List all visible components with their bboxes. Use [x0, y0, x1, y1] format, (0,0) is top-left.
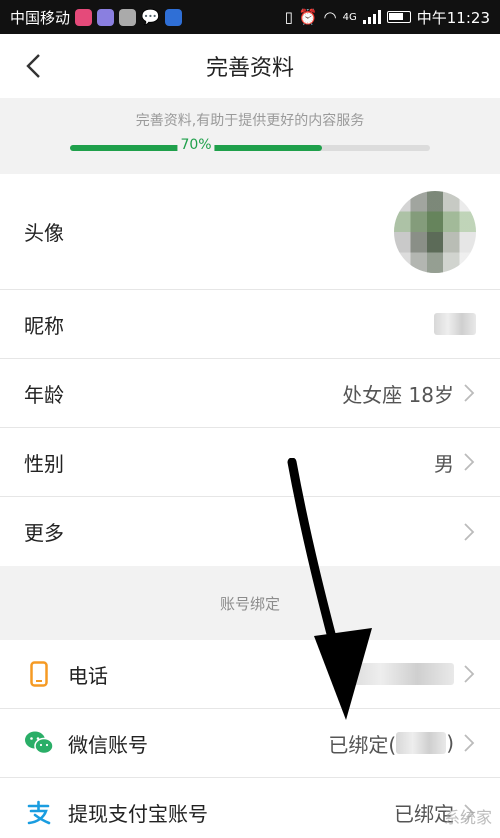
- app-notification-icon: [97, 8, 115, 26]
- signal-icon: [362, 10, 381, 24]
- app-notification-icon: [119, 8, 137, 26]
- chevron-right-icon: [464, 453, 475, 471]
- wifi-icon: ◠: [323, 8, 337, 26]
- profile-list: 头像 昵称 年龄 处女座 18岁 性别 男 更多: [0, 174, 500, 566]
- chevron-right-icon: [464, 665, 475, 683]
- progress-percent: 70%: [177, 137, 215, 153]
- more-row[interactable]: 更多: [0, 497, 500, 566]
- gender-row[interactable]: 性别 男: [0, 428, 500, 497]
- progress-bar: 70%: [70, 137, 430, 157]
- nickname-label: 昵称: [24, 313, 64, 338]
- account-binding-section-title: 账号绑定: [0, 566, 500, 640]
- age-row[interactable]: 年龄 处女座 18岁: [0, 359, 500, 428]
- age-value: 处女座 18岁: [342, 382, 454, 407]
- chevron-right-icon: [464, 384, 475, 402]
- wechat-value-end: ): [446, 731, 454, 755]
- alipay-row[interactable]: 提现支付宝账号 已绑定: [0, 778, 500, 838]
- phone-icon: [24, 659, 54, 689]
- gender-value: 男: [434, 451, 454, 476]
- binding-list: 电话 微信账号 已绑定() 提现支付宝账号 已绑定: [0, 640, 500, 838]
- wechat-icon: [24, 728, 54, 758]
- chat-notification-icon: 💬: [141, 8, 160, 26]
- phone-label: 电话: [68, 663, 108, 688]
- avatar[interactable]: [394, 190, 476, 273]
- avatar-row[interactable]: 头像: [0, 174, 500, 290]
- alipay-label: 提现支付宝账号: [68, 802, 208, 826]
- progress-tip: 完善资料,有助于提供更好的内容服务: [135, 113, 365, 129]
- alarm-icon: ⏰: [298, 8, 318, 26]
- watermark: 系统家: [443, 808, 492, 827]
- app-notification-icon: [75, 8, 93, 26]
- wechat-value: 已绑定(: [328, 732, 397, 757]
- phone-row[interactable]: 电话: [0, 640, 500, 709]
- vibrate-icon: ▯: [284, 8, 293, 26]
- wechat-account-blurred: [396, 732, 447, 754]
- profile-progress: 完善资料,有助于提供更好的内容服务 70%: [0, 98, 500, 174]
- more-label: 更多: [24, 521, 64, 545]
- network-type: 4G: [342, 11, 357, 23]
- shield-icon: [164, 8, 182, 26]
- carrier-text: 中国移动: [10, 8, 71, 27]
- wechat-row[interactable]: 微信账号 已绑定(): [0, 709, 500, 778]
- chevron-left-icon: [26, 54, 40, 78]
- back-button[interactable]: [14, 46, 54, 86]
- clock-text: 中午11:23: [416, 8, 490, 27]
- wechat-label: 微信账号: [68, 732, 148, 757]
- nickname-value-blurred: [434, 313, 476, 335]
- phone-value-blurred: [344, 663, 454, 685]
- age-label: 年龄: [24, 382, 64, 407]
- status-bar: 中国移动 💬 ▯ ⏰ ◠ 4G 中午11:23: [0, 0, 500, 34]
- nav-bar: 完善资料: [0, 34, 500, 98]
- nickname-row[interactable]: 昵称: [0, 290, 500, 359]
- battery-icon: [386, 11, 411, 23]
- gender-label: 性别: [24, 451, 64, 476]
- chevron-right-icon: [464, 734, 475, 752]
- page-title: 完善资料: [205, 56, 294, 81]
- chevron-right-icon: [464, 522, 475, 541]
- alipay-icon: [24, 798, 54, 828]
- avatar-label: 头像: [24, 221, 64, 245]
